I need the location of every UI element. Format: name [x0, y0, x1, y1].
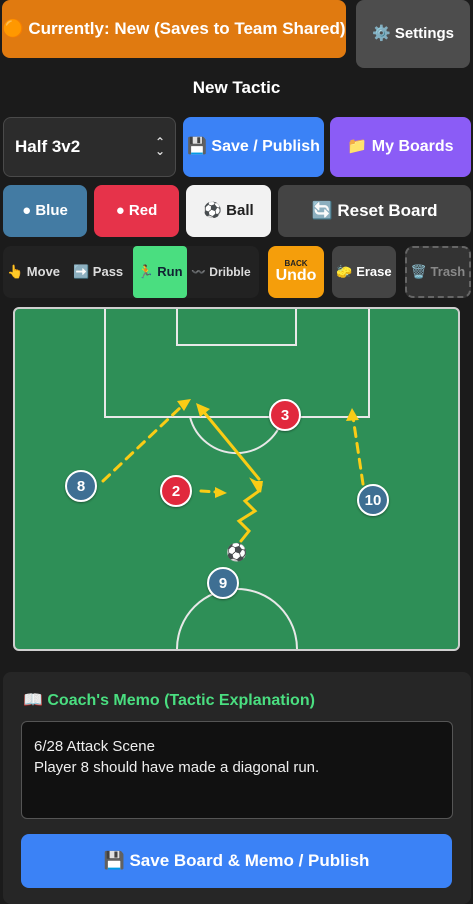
memo-heading: 📖 Coach's Memo (Tactic Explanation)	[23, 692, 315, 709]
trash-button[interactable]: 🗑️ Trash	[405, 246, 471, 298]
run-arrow-2	[199, 489, 219, 494]
arrowhead-10	[346, 408, 359, 421]
reset-board-button[interactable]: 🔄 Reset Board	[278, 185, 471, 237]
my-boards-button[interactable]: 📁 My Boards	[330, 117, 471, 177]
tool-run[interactable]: 🏃 Run	[133, 246, 187, 298]
tool-bar: 👆 Move ➡️ Pass 🏃 Run 〰️ Dribble	[3, 246, 259, 298]
memo-line: Player 8 should have made a diagonal run…	[34, 759, 320, 776]
settings-button[interactable]: ⚙️ Settings	[356, 0, 470, 68]
player-blue-8[interactable]: 8	[65, 470, 97, 502]
save-board-memo-button[interactable]: 💾 Save Board & Memo / Publish	[21, 834, 452, 888]
player-blue-9[interactable]: 9	[207, 567, 239, 599]
tactic-board[interactable]: 8 2 3 10 9 ⚽	[13, 307, 460, 651]
add-blue-button[interactable]: ● Blue	[3, 185, 87, 237]
add-ball-button[interactable]: ⚽ Ball	[186, 185, 271, 237]
select-arrows-icon: ⌃ ⌄	[154, 135, 165, 158]
formation-select-value: Half 3v2	[15, 137, 81, 156]
dribble-path	[236, 477, 263, 543]
tool-dribble[interactable]: 〰️ Dribble	[191, 246, 261, 298]
undo-button[interactable]: BACK Undo	[268, 246, 324, 298]
erase-button[interactable]: 🧽 Erase	[332, 246, 396, 298]
save-publish-button[interactable]: 💾 Save / Publish	[183, 117, 324, 177]
undo-label: Undo	[275, 267, 317, 284]
status-button[interactable]: 🟠 Currently: New (Saves to Team Shared)	[2, 0, 346, 58]
player-blue-10[interactable]: 10	[357, 484, 389, 516]
tool-pass[interactable]: ➡️ Pass	[73, 246, 131, 298]
add-red-button[interactable]: ● Red	[94, 185, 179, 237]
run-arrow-10	[351, 415, 365, 486]
page-title: New Tactic	[192, 78, 281, 97]
memo-line: 6/28 Attack Scene	[34, 738, 155, 755]
player-red-2[interactable]: 2	[160, 475, 192, 507]
arrowhead-2	[215, 487, 227, 498]
ball-icon[interactable]: ⚽	[226, 543, 247, 563]
tool-move[interactable]: 👆 Move	[7, 246, 69, 298]
formation-select[interactable]: Half 3v2 ⌃ ⌄	[3, 117, 176, 177]
player-red-3[interactable]: 3	[269, 399, 301, 431]
memo-textarea[interactable]: 6/28 Attack Scene Player 8 should have m…	[21, 721, 453, 819]
